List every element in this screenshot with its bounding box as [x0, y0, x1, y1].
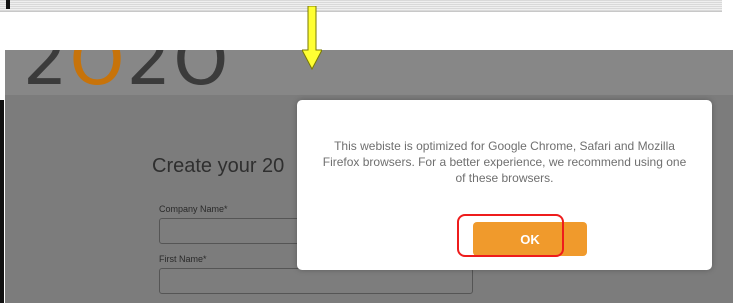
- down-arrow-icon: [302, 6, 322, 70]
- top-strip: [0, 0, 733, 50]
- first-name-input[interactable]: [159, 268, 473, 294]
- ok-button[interactable]: OK: [473, 222, 587, 256]
- window-left-border: [0, 100, 4, 303]
- window-edge-marker: [6, 0, 10, 9]
- brand-logo: 2O2O: [23, 50, 231, 101]
- page-header: 2O2O: [5, 50, 733, 95]
- first-name-label: First Name*: [159, 254, 207, 264]
- dialog-message: This webiste is optimized for Google Chr…: [322, 139, 687, 185]
- browser-toolbar: [0, 0, 722, 12]
- company-name-label: Company Name*: [159, 204, 228, 214]
- browser-warning-dialog: This webiste is optimized for Google Chr…: [297, 100, 712, 270]
- form-title: Create your 20: [152, 155, 285, 177]
